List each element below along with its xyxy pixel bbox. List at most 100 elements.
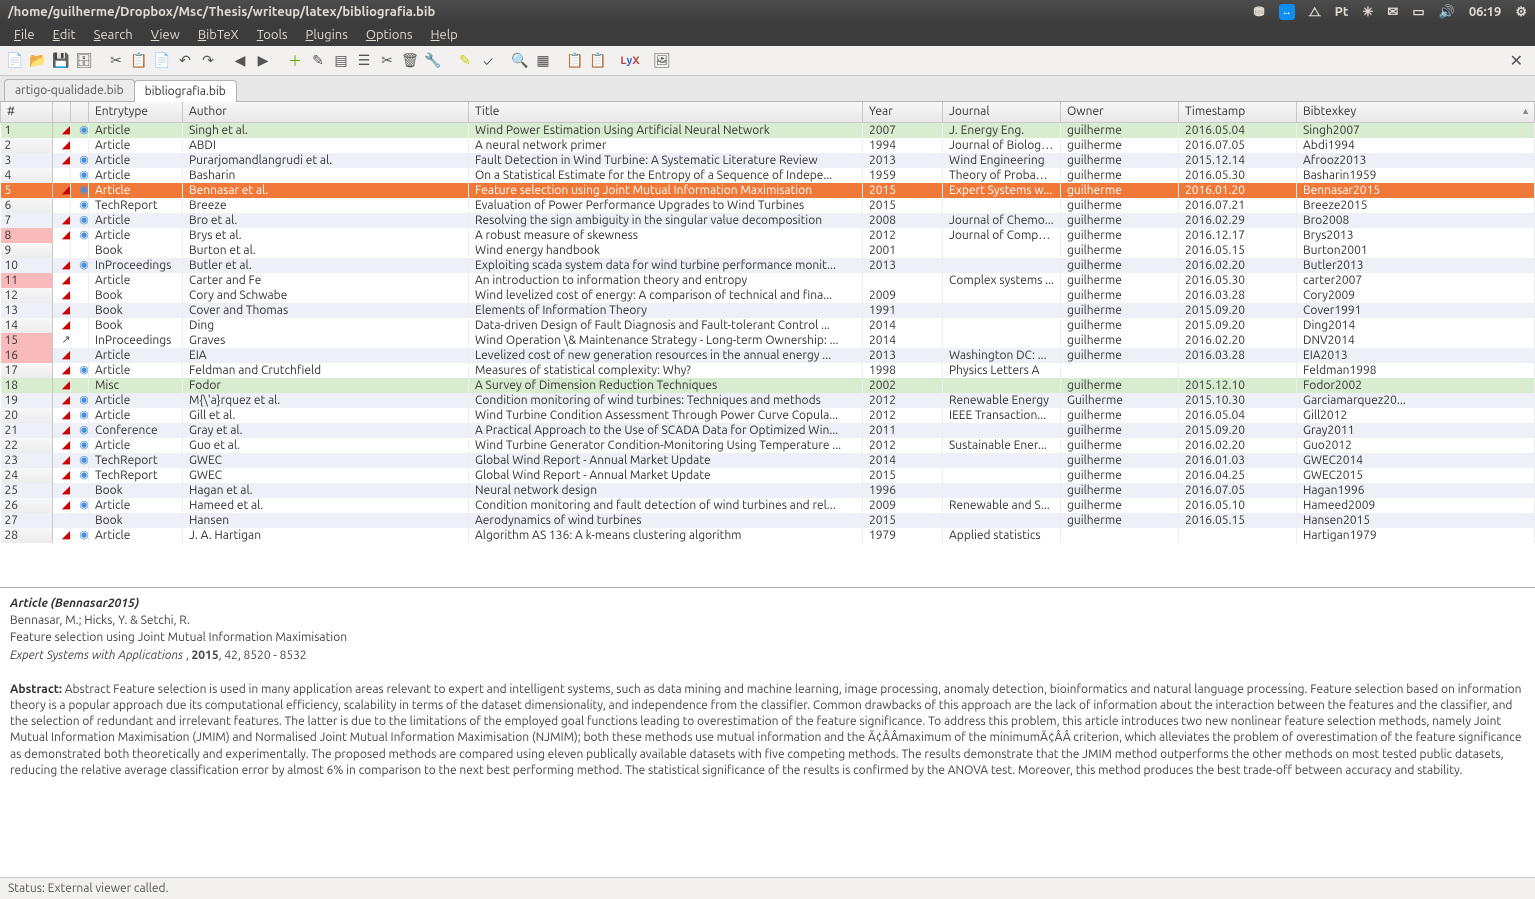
pdf-icon[interactable]: ◢ — [59, 498, 71, 512]
close-tab-icon[interactable]: ✕ — [1502, 51, 1531, 70]
pdf-icon[interactable]: ◢ — [59, 153, 71, 167]
tool-icon[interactable]: 🔧 — [422, 50, 444, 72]
pdf-icon[interactable]: ◢ — [59, 138, 71, 152]
table-row[interactable]: 2◢ArticleABDIA neural network primer1994… — [1, 138, 1535, 153]
table-row[interactable]: 3◢◉ArticlePurarjomandlangrudi et al.Faul… — [1, 153, 1535, 168]
preview-toggle-icon[interactable]: ▦ — [532, 50, 554, 72]
web-icon[interactable]: ◉ — [77, 123, 89, 137]
table-row[interactable]: 26◢◉ArticleHameed et al.Condition monito… — [1, 498, 1535, 513]
pdf-icon[interactable]: ◢ — [59, 258, 71, 272]
table-row[interactable]: 22◢◉ArticleGuo et al.Wind Turbine Genera… — [1, 438, 1535, 453]
web-icon[interactable]: ◉ — [77, 228, 89, 242]
dropbox-icon[interactable]: ⛃ — [1254, 5, 1265, 20]
table-row[interactable]: 20◢◉ArticleGill et al.Wind Turbine Condi… — [1, 408, 1535, 423]
menu-plugins[interactable]: Plugins — [298, 26, 356, 44]
col-header-Entrytype[interactable]: Entrytype — [89, 102, 183, 122]
table-row[interactable]: 23◢◉TechReportGWECGlobal Wind Report - A… — [1, 453, 1535, 468]
web-icon[interactable]: ◉ — [77, 408, 89, 422]
table-row[interactable]: 6◉TechReportBreezeEvaluation of Power Pe… — [1, 198, 1535, 213]
menu-view[interactable]: View — [143, 26, 188, 44]
forward-icon[interactable]: ▶ — [252, 50, 274, 72]
pdf-icon[interactable]: ◢ — [59, 468, 71, 482]
language-indicator[interactable]: Pt — [1335, 5, 1349, 19]
add-entry-icon[interactable]: ＋ — [284, 50, 306, 72]
pdf-icon[interactable]: ◢ — [59, 393, 71, 407]
save-all-icon[interactable]: 🗄 — [73, 50, 95, 72]
table-row[interactable]: 7◢◉ArticleBro et al.Resolving the sign a… — [1, 213, 1535, 228]
menu-bibtex[interactable]: BibTeX — [190, 26, 247, 44]
copy-icon[interactable]: 📋 — [128, 50, 150, 72]
table-row[interactable]: 27BookHansenAerodynamics of wind turbine… — [1, 513, 1535, 528]
web-icon[interactable]: ◉ — [77, 393, 89, 407]
pdf-icon[interactable]: ◢ — [59, 408, 71, 422]
open-editor-icon[interactable]: ▤ — [330, 50, 352, 72]
web-icon[interactable]: ◉ — [77, 498, 89, 512]
table-row[interactable]: 14◢BookDingData-driven Design of Fault D… — [1, 318, 1535, 333]
open-file-icon[interactable]: 📂 — [27, 50, 49, 72]
tab-bibliografia-bib[interactable]: bibliografia.bib — [134, 80, 237, 102]
table-row[interactable]: 5◢◉ArticleBennasar et al.Feature selecti… — [1, 183, 1535, 198]
menu-search[interactable]: Search — [86, 26, 141, 44]
col-header-icon1[interactable] — [53, 102, 71, 122]
table-row[interactable]: 24◢◉TechReportGWECGlobal Wind Report - A… — [1, 468, 1535, 483]
web-icon[interactable]: ◉ — [77, 363, 89, 377]
table-row[interactable]: 17◢◉ArticleFeldman and CrutchfieldMeasur… — [1, 363, 1535, 378]
web-icon[interactable]: ◉ — [77, 453, 89, 467]
table-row[interactable]: 13◢BookCover and ThomasElements of Infor… — [1, 303, 1535, 318]
pdf-icon[interactable]: ◢ — [59, 423, 71, 437]
pdf-icon[interactable]: ◢ — [59, 183, 71, 197]
pdf-icon[interactable]: ◢ — [59, 378, 71, 392]
menu-options[interactable]: Options — [358, 26, 421, 44]
table-row[interactable]: 19◢◉ArticleM{\'a}rquez et al.Condition m… — [1, 393, 1535, 408]
clock[interactable]: 06:19 — [1469, 5, 1502, 19]
entries-table[interactable]: #EntrytypeAuthorTitleYearJournalOwnerTim… — [0, 102, 1535, 587]
pdf-icon[interactable]: ◢ — [59, 363, 71, 377]
copy-cite-icon[interactable]: 📋 — [564, 50, 586, 72]
save-icon[interactable]: 💾 — [50, 50, 72, 72]
web-icon[interactable]: ◉ — [77, 438, 89, 452]
pdf-icon[interactable]: ◢ — [59, 123, 71, 137]
teamviewer-icon[interactable]: ↔ — [1279, 4, 1295, 20]
pdf-icon[interactable]: ◢ — [59, 438, 71, 452]
table-row[interactable]: 12◢BookCory and SchwabeWind levelized co… — [1, 288, 1535, 303]
image-icon[interactable]: 🖼 — [651, 50, 673, 72]
web-icon[interactable]: ◉ — [77, 528, 89, 542]
table-row[interactable]: 4◉ArticleBasharinOn a Statistical Estima… — [1, 168, 1535, 183]
pdf-icon[interactable]: ◢ — [59, 228, 71, 242]
table-row[interactable]: 1◢◉ArticleSingh et al.Wind Power Estimat… — [1, 122, 1535, 138]
web-icon[interactable]: ◉ — [77, 198, 89, 212]
pdf-icon[interactable]: ◢ — [59, 528, 71, 542]
menu-file[interactable]: File — [6, 26, 43, 44]
web-icon[interactable]: ◉ — [77, 258, 89, 272]
table-row[interactable]: 28◢◉ArticleJ. A. HartiganAlgorithm AS 13… — [1, 528, 1535, 543]
paste-icon[interactable]: 📄 — [151, 50, 173, 72]
col-header-Timestamp[interactable]: Timestamp — [1179, 102, 1297, 122]
menu-tools[interactable]: Tools — [249, 26, 296, 44]
pdf-icon[interactable]: ◢ — [59, 273, 71, 287]
paste-cite-icon[interactable]: 📋 — [587, 50, 609, 72]
undo-icon[interactable]: ↶ — [174, 50, 196, 72]
col-header-icon2[interactable] — [71, 102, 89, 122]
search-icon[interactable]: 🔍 — [509, 50, 531, 72]
unmark-icon[interactable]: ✓ — [477, 50, 499, 72]
back-icon[interactable]: ◀ — [229, 50, 251, 72]
web-icon[interactable]: ◉ — [77, 153, 89, 167]
web-icon[interactable]: ◉ — [77, 183, 89, 197]
lyx-icon[interactable]: LyX — [619, 50, 641, 72]
pdf-icon[interactable]: ◢ — [59, 303, 71, 317]
table-row[interactable]: 9BookBurton et al.Wind energy handbook20… — [1, 243, 1535, 258]
col-header-#[interactable]: # — [1, 102, 53, 122]
pdf-icon[interactable]: ◢ — [59, 483, 71, 497]
mark-icon[interactable]: ✎ — [454, 50, 476, 72]
table-row[interactable]: 10◢◉InProceedingsButler et al.Exploiting… — [1, 258, 1535, 273]
table-row[interactable]: 16◢ArticleEIALevelized cost of new gener… — [1, 348, 1535, 363]
cut-icon[interactable]: ✂ — [105, 50, 127, 72]
gear-icon[interactable]: ⚙ — [1515, 5, 1527, 20]
strings-icon[interactable]: ✂ — [376, 50, 398, 72]
table-row[interactable]: 8◢◉ArticleBrys et al.A robust measure of… — [1, 228, 1535, 243]
new-file-icon[interactable]: 📄 — [4, 50, 26, 72]
preamble-icon[interactable]: ☰ — [353, 50, 375, 72]
web-icon[interactable]: ◉ — [77, 423, 89, 437]
col-header-Author[interactable]: Author — [183, 102, 469, 122]
link-icon[interactable]: ↗ — [59, 333, 71, 347]
